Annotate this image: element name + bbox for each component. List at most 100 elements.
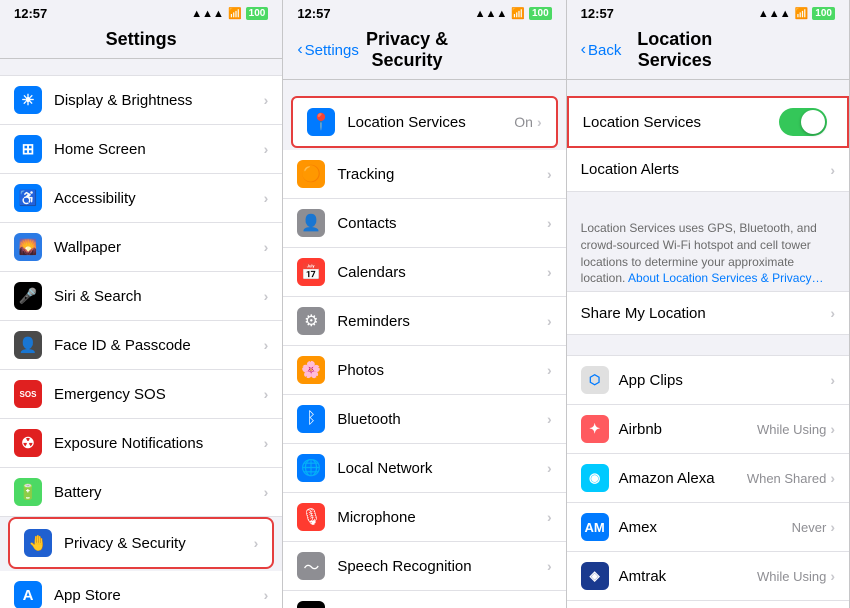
app-items: ⬡App Clips›✦AirbnbWhile Using›◉Amazon Al…: [567, 355, 849, 608]
privacy-item-local-network[interactable]: 🌐Local Network›: [283, 444, 565, 493]
privacy-item-photos[interactable]: 🌸Photos›: [283, 346, 565, 395]
location-top-section: Location Services Location Alerts ›: [567, 96, 849, 192]
value-app-amazon-alexa: When Shared: [747, 471, 827, 486]
settings-item-home-screen[interactable]: ⊞Home Screen›: [0, 125, 282, 174]
settings-item-display[interactable]: ☀Display & Brightness›: [0, 75, 282, 125]
icon-app-amtrak: ◈: [581, 562, 609, 590]
battery-2: 100: [529, 7, 552, 20]
privacy-item-reminders[interactable]: ⚙Reminders›: [283, 297, 565, 346]
nav-title-3: Location Services: [621, 29, 728, 71]
settings-item-emergency-sos[interactable]: SOSEmergency SOS›: [0, 370, 282, 419]
privacy-item-tracking[interactable]: 🟠Tracking›: [283, 150, 565, 199]
time-2: 12:57: [297, 6, 330, 21]
location-services-toggle[interactable]: [779, 108, 827, 136]
back-chevron-2: ‹: [297, 41, 302, 59]
settings-item-faceid[interactable]: 👤Face ID & Passcode›: [0, 321, 282, 370]
settings-items: ☀Display & Brightness›⊞Home Screen›♿Acce…: [0, 75, 282, 608]
privacy-item-calendars[interactable]: 📅Calendars›: [283, 248, 565, 297]
label-privacy-local-network: Local Network: [337, 460, 543, 477]
chevron-privacy-reminders: ›: [547, 313, 552, 329]
location-services-label: Location Services: [583, 114, 779, 131]
app-item-app-store[interactable]: AApp StoreNever›: [567, 601, 849, 608]
chevron-app-app-clips: ›: [830, 372, 835, 388]
status-icons-3: ▲▲▲ 📶 100: [758, 7, 835, 20]
settings-item-exposure[interactable]: ☢Exposure Notifications›: [0, 419, 282, 468]
label-app-airbnb: Airbnb: [619, 421, 757, 438]
privacy-item-microphone[interactable]: 🎙Microphone›: [283, 493, 565, 542]
label-app-amex: Amex: [619, 519, 792, 536]
chevron-home-screen: ›: [264, 141, 269, 157]
settings-item-battery[interactable]: 🔋Battery›: [0, 468, 282, 517]
chevron-privacy-speech-recognition: ›: [547, 558, 552, 574]
location-alerts-row[interactable]: Location Alerts ›: [567, 148, 849, 192]
label-app-amtrak: Amtrak: [619, 568, 757, 585]
app-location-section: ⬡App Clips›✦AirbnbWhile Using›◉Amazon Al…: [567, 355, 849, 608]
settings-item-app-store[interactable]: A App Store›: [0, 571, 282, 608]
chevron-display: ›: [264, 92, 269, 108]
location-info-link[interactable]: About Location Services & Privacy…: [628, 271, 823, 285]
location-services-list: Location Services Location Alerts › Loca…: [567, 80, 849, 608]
chevron-privacy-location-services: ›: [537, 114, 542, 130]
privacy-items: 📍Location ServicesOn›🟠Tracking›👤Contacts…: [283, 96, 565, 608]
chevron-app-store: ›: [264, 587, 269, 603]
icon-faceid: 👤: [14, 331, 42, 359]
app-item-amazon-alexa[interactable]: ◉Amazon AlexaWhen Shared›: [567, 454, 849, 503]
label-emergency-sos: Emergency SOS: [54, 386, 264, 403]
chevron-app-amtrak: ›: [830, 568, 835, 584]
share-location-section: Share My Location ›: [567, 291, 849, 335]
chevron-emergency-sos: ›: [264, 386, 269, 402]
chevron-battery: ›: [264, 484, 269, 500]
time-3: 12:57: [581, 6, 614, 21]
share-my-location-label: Share My Location: [581, 305, 831, 322]
location-services-toggle-row[interactable]: Location Services: [567, 96, 849, 148]
value-app-airbnb: While Using: [757, 422, 826, 437]
icon-privacy-local-network: 🌐: [297, 454, 325, 482]
wifi-icon-3: 📶: [795, 7, 809, 20]
icon-display: ☀: [14, 86, 42, 114]
chevron-app-amex: ›: [830, 519, 835, 535]
label-exposure: Exposure Notifications: [54, 435, 264, 452]
icon-privacy-reminders: ⚙: [297, 307, 325, 335]
privacy-item-speech-recognition[interactable]: 〜Speech Recognition›: [283, 542, 565, 591]
app-item-app-clips[interactable]: ⬡App Clips›: [567, 355, 849, 405]
nav-bar-2: ‹ Settings Privacy & Security: [283, 25, 565, 80]
settings-item-accessibility[interactable]: ♿Accessibility›: [0, 174, 282, 223]
app-item-amex[interactable]: AMAmexNever›: [567, 503, 849, 552]
chevron-wallpaper: ›: [264, 239, 269, 255]
label-faceid: Face ID & Passcode: [54, 337, 264, 354]
privacy-item-camera[interactable]: 📷Camera›: [283, 591, 565, 608]
label-privacy-tracking: Tracking: [337, 166, 543, 183]
status-icons-1: ▲▲▲ 📶 100: [191, 7, 268, 20]
status-bar-1: 12:57 ▲▲▲ 📶 100: [0, 0, 282, 25]
icon-privacy-bluetooth: ᛒ: [297, 405, 325, 433]
privacy-item-bluetooth[interactable]: ᛒBluetooth›: [283, 395, 565, 444]
label-siri: Siri & Search: [54, 288, 264, 305]
privacy-item-location-services[interactable]: 📍Location ServicesOn›: [291, 96, 557, 148]
location-alerts-label: Location Alerts: [581, 161, 831, 178]
share-my-location-row[interactable]: Share My Location ›: [567, 291, 849, 335]
icon-privacy-calendars: 📅: [297, 258, 325, 286]
app-item-airbnb[interactable]: ✦AirbnbWhile Using›: [567, 405, 849, 454]
back-to-privacy[interactable]: ‹ Back: [581, 41, 622, 59]
icon-siri: 🎤: [14, 282, 42, 310]
chevron-privacy: ›: [254, 535, 259, 551]
time-1: 12:57: [14, 6, 47, 21]
icon-privacy-microphone: 🎙: [297, 503, 325, 531]
app-item-amtrak[interactable]: ◈AmtrakWhile Using›: [567, 552, 849, 601]
chevron-privacy-tracking: ›: [547, 166, 552, 182]
settings-item-siri[interactable]: 🎤Siri & Search›: [0, 272, 282, 321]
privacy-item-contacts[interactable]: 👤Contacts›: [283, 199, 565, 248]
status-bar-2: 12:57 ▲▲▲ 📶 100: [283, 0, 565, 25]
label-battery: Battery: [54, 484, 264, 501]
settings-list: ☀Display & Brightness›⊞Home Screen›♿Acce…: [0, 59, 282, 608]
label-wallpaper: Wallpaper: [54, 239, 264, 256]
icon-exposure: ☢: [14, 429, 42, 457]
back-to-settings[interactable]: ‹ Settings: [297, 41, 359, 59]
wifi-icon-2: 📶: [511, 7, 525, 20]
icon-privacy-location-services: 📍: [307, 108, 335, 136]
icon-app-store: A: [14, 581, 42, 608]
label-app-app-clips: App Clips: [619, 372, 827, 389]
settings-item-privacy[interactable]: 🤚Privacy & Security›: [8, 517, 274, 569]
label-app-store: App Store: [54, 587, 264, 604]
settings-item-wallpaper[interactable]: 🌄Wallpaper›: [0, 223, 282, 272]
